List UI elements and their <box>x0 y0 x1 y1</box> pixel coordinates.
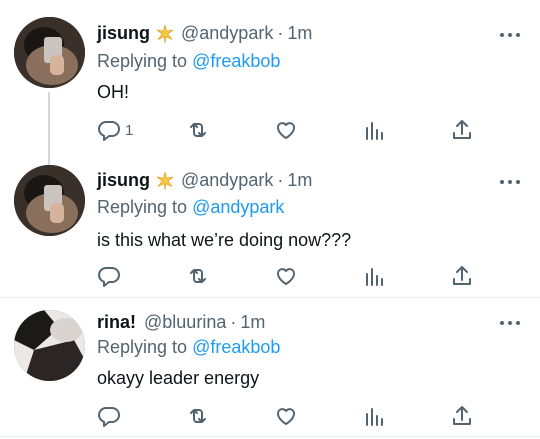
sparkle-star-icon <box>155 24 175 44</box>
tweet-text: OH! <box>97 82 130 102</box>
user-handle[interactable]: @bluurina <box>144 312 226 333</box>
avatar[interactable] <box>14 165 85 236</box>
share-button[interactable] <box>450 118 474 142</box>
reply-button[interactable] <box>97 264 121 288</box>
user-handle[interactable]: @andypark <box>181 23 273 44</box>
share-icon <box>453 406 471 425</box>
share-icon <box>453 120 471 139</box>
avatar-photo <box>14 310 85 381</box>
more-options-icon[interactable] <box>500 178 520 186</box>
more-options-icon[interactable] <box>500 319 520 327</box>
reply-icon <box>98 407 120 427</box>
avatar[interactable] <box>14 310 85 381</box>
replying-to: Replying to @andypark <box>97 197 284 218</box>
tweet-2[interactable]: jisung @andypark · 1m Replying to @andyp… <box>0 150 540 298</box>
reply-icon <box>98 267 120 287</box>
mention-link[interactable]: @freakbob <box>192 337 280 357</box>
heart-icon <box>277 408 295 425</box>
share-icon <box>453 266 471 285</box>
user-handle[interactable]: @andypark <box>181 170 273 191</box>
tweet-text: is this what we’re doing now??? <box>97 230 352 250</box>
retweet-icon <box>190 123 206 137</box>
retweet-button[interactable] <box>186 118 210 142</box>
timestamp[interactable]: 1m <box>240 312 265 333</box>
tweet-header: jisung @andypark · 1m <box>97 23 312 44</box>
tweet-actions: 1 <box>97 118 497 142</box>
share-button[interactable] <box>450 264 474 288</box>
separator-dot: · <box>277 170 284 190</box>
like-button[interactable] <box>274 404 298 428</box>
tweet-actions <box>97 404 497 428</box>
retweet-icon <box>190 269 206 283</box>
replying-to: Replying to @freakbob <box>97 337 280 358</box>
replying-to: Replying to @freakbob <box>97 51 280 72</box>
analytics-icon <box>366 268 383 286</box>
sparkle-star-icon <box>155 171 175 191</box>
retweet-button[interactable] <box>186 404 210 428</box>
reply-icon <box>98 121 120 141</box>
share-button[interactable] <box>450 404 474 428</box>
avatar-photo <box>14 17 85 88</box>
replying-to-label: Replying to <box>97 197 188 217</box>
like-button[interactable] <box>274 118 298 142</box>
display-name[interactable]: jisung <box>97 170 150 191</box>
display-name[interactable]: rina! <box>97 312 136 333</box>
more-options-icon[interactable] <box>500 31 520 39</box>
analytics-button[interactable] <box>362 118 386 142</box>
reply-count: 1 <box>125 121 134 139</box>
heart-icon <box>277 268 295 285</box>
like-button[interactable] <box>274 264 298 288</box>
tweet-header: rina! @bluurina · 1m <box>97 312 265 333</box>
retweet-icon <box>190 409 206 423</box>
tweet-3[interactable]: rina! @bluurina · 1m Replying to @freakb… <box>0 298 540 439</box>
bottom-divider <box>0 436 540 437</box>
timestamp[interactable]: 1m <box>287 170 312 191</box>
display-name[interactable]: jisung <box>97 23 150 44</box>
analytics-icon <box>366 408 383 426</box>
tweet-actions <box>97 264 497 288</box>
tweet-text: okayy leader energy <box>97 368 260 388</box>
analytics-button[interactable] <box>362 404 386 428</box>
analytics-button[interactable] <box>362 264 386 288</box>
tweet-header: jisung @andypark · 1m <box>97 170 312 191</box>
avatar[interactable] <box>14 17 85 88</box>
retweet-button[interactable] <box>186 264 210 288</box>
reply-button[interactable] <box>97 404 121 428</box>
analytics-icon <box>366 122 383 140</box>
separator-dot: · <box>230 312 237 332</box>
mention-link[interactable]: @andypark <box>192 197 284 217</box>
avatar-photo <box>14 165 85 236</box>
reply-button[interactable]: 1 <box>97 118 133 142</box>
mention-link[interactable]: @freakbob <box>192 51 280 71</box>
timestamp[interactable]: 1m <box>287 23 312 44</box>
replying-to-label: Replying to <box>97 337 188 357</box>
separator-dot: · <box>277 23 284 43</box>
tweet-1[interactable]: jisung @andypark · 1m Replying to @freak… <box>0 0 540 166</box>
replying-to-label: Replying to <box>97 51 188 71</box>
heart-icon <box>277 122 295 139</box>
